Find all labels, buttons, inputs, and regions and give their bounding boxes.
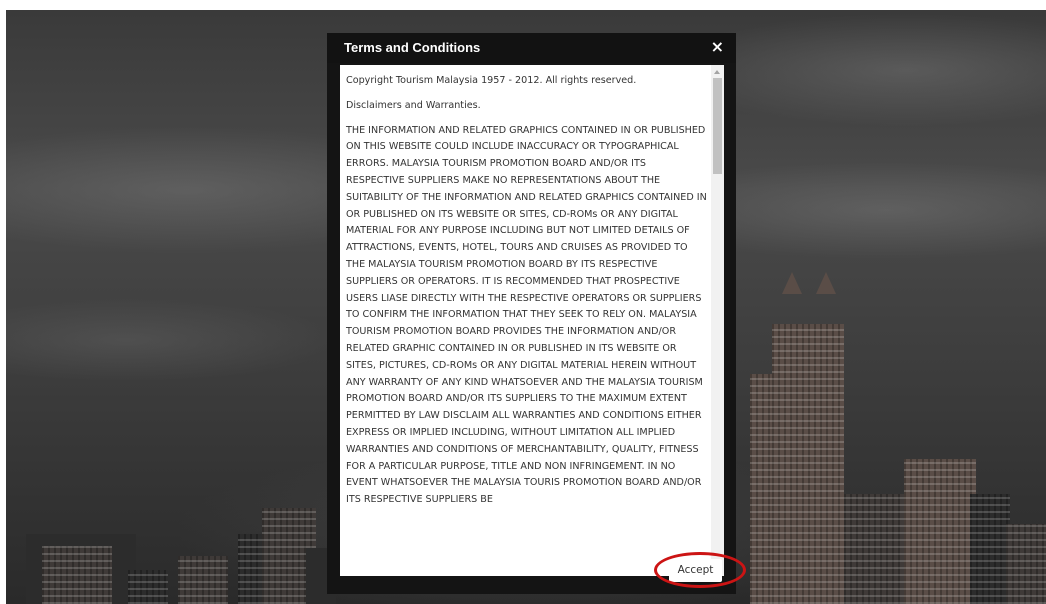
- building: [42, 546, 112, 604]
- building: [128, 570, 168, 604]
- close-icon[interactable]: ×: [711, 38, 724, 56]
- building: [844, 494, 904, 604]
- tower-spire: [782, 272, 802, 294]
- copyright-paragraph: Copyright Tourism Malaysia 1957 - 2012. …: [346, 75, 637, 86]
- building: [1006, 524, 1046, 604]
- scroll-up-icon[interactable]: [714, 70, 720, 74]
- building: [970, 494, 1010, 604]
- accept-button[interactable]: Accept: [669, 559, 722, 582]
- terms-modal: Terms and Conditions × Copyright Tourism…: [327, 33, 736, 594]
- building: [904, 459, 976, 604]
- tower-spire: [816, 272, 836, 294]
- building: [178, 556, 228, 604]
- building: [772, 324, 844, 604]
- scrollbar-thumb[interactable]: [713, 78, 722, 174]
- disclaimer-paragraph: THE INFORMATION AND RELATED GRAPHICS CON…: [346, 124, 707, 506]
- modal-header: Terms and Conditions ×: [327, 33, 736, 63]
- terms-content-scroll-area[interactable]: Copyright Tourism Malaysia 1957 - 2012. …: [340, 65, 724, 576]
- disclaimer-heading: Disclaimers and Warranties.: [346, 99, 481, 111]
- modal-title: Terms and Conditions: [344, 40, 481, 55]
- scrollbar[interactable]: [711, 65, 724, 576]
- terms-text: Copyright Tourism Malaysia 1957 - 2012. …: [346, 73, 707, 517]
